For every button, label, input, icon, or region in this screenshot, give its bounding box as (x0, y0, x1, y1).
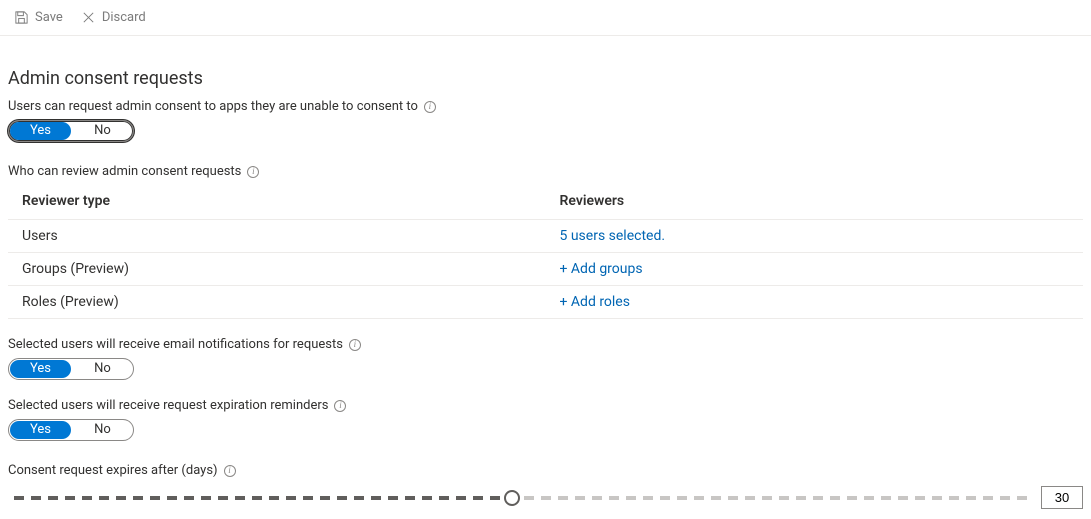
email-notify-label-row: Selected users will receive email notifi… (8, 337, 1083, 352)
reviewers-heading: Who can review admin consent requests (8, 164, 241, 179)
section-title: Admin consent requests (8, 68, 1083, 89)
expiry-remind-yes[interactable]: Yes (10, 421, 71, 439)
email-notify-no[interactable]: No (72, 359, 133, 379)
save-button[interactable]: Save (6, 6, 71, 29)
col-type: Reviewer type (8, 185, 546, 220)
info-icon[interactable]: i (349, 339, 361, 351)
expiry-remind-label: Selected users will receive request expi… (8, 398, 328, 413)
reviewer-type: Groups (Preview) (8, 253, 546, 286)
table-row: Users 5 users selected. (8, 220, 1083, 253)
info-icon[interactable]: i (424, 101, 436, 113)
content: Admin consent requests Users can request… (0, 36, 1091, 519)
expiry-remind-no[interactable]: No (72, 420, 133, 440)
save-icon (14, 10, 29, 25)
add-roles-link[interactable]: + Add roles (560, 294, 630, 310)
enable-toggle[interactable]: Yes No (8, 120, 134, 142)
expires-slider-row (8, 486, 1083, 509)
add-groups-link[interactable]: + Add groups (560, 261, 643, 277)
users-selected-link[interactable]: 5 users selected. (560, 228, 666, 244)
expires-label: Consent request expires after (days) (8, 463, 218, 478)
info-icon[interactable]: i (334, 400, 346, 412)
expires-label-row: Consent request expires after (days) i (8, 463, 1083, 478)
email-notify-label: Selected users will receive email notifi… (8, 337, 343, 352)
expires-value-input[interactable] (1041, 486, 1083, 509)
email-notify-toggle[interactable]: Yes No (8, 358, 134, 380)
slider-thumb[interactable] (504, 490, 520, 506)
enable-label-row: Users can request admin consent to apps … (8, 99, 1083, 114)
discard-label: Discard (102, 10, 146, 25)
command-bar: Save Discard (0, 0, 1091, 36)
table-row: Roles (Preview) + Add roles (8, 286, 1083, 319)
email-notify-yes[interactable]: Yes (10, 360, 71, 378)
table-row: Groups (Preview) + Add groups (8, 253, 1083, 286)
enable-toggle-no[interactable]: No (72, 121, 133, 141)
expiry-remind-toggle[interactable]: Yes No (8, 419, 134, 441)
save-label: Save (35, 10, 63, 25)
enable-label: Users can request admin consent to apps … (8, 99, 418, 114)
expiry-remind-label-row: Selected users will receive request expi… (8, 398, 1083, 413)
col-reviewers: Reviewers (546, 185, 1084, 220)
reviewer-type: Roles (Preview) (8, 286, 546, 319)
info-icon[interactable]: i (224, 465, 236, 477)
discard-button[interactable]: Discard (73, 6, 154, 29)
close-icon (81, 10, 96, 25)
reviewers-table: Reviewer type Reviewers Users 5 users se… (8, 185, 1083, 319)
reviewer-type: Users (8, 220, 546, 253)
expires-slider[interactable] (14, 489, 1027, 507)
info-icon[interactable]: i (247, 166, 259, 178)
enable-toggle-yes[interactable]: Yes (10, 122, 71, 140)
reviewers-heading-row: Who can review admin consent requests i (8, 164, 1083, 179)
